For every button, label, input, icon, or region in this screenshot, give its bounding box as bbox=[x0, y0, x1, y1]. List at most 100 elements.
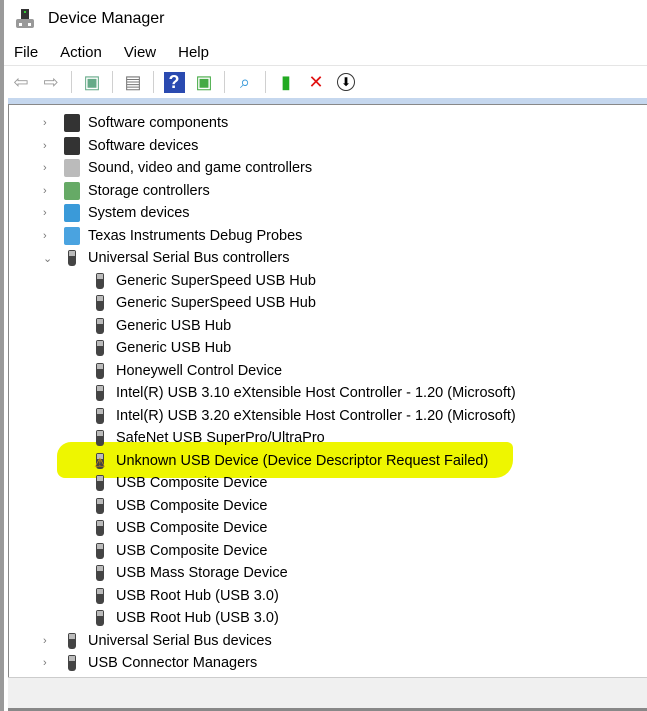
usb-warning-icon: ⚠ bbox=[92, 452, 108, 470]
forward-button[interactable]: ⇨ bbox=[38, 69, 64, 95]
menu-bar: File Action View Help bbox=[4, 40, 647, 66]
disable-device-button[interactable]: ⬇ bbox=[333, 69, 359, 95]
uninstall-device-button[interactable]: ✕ bbox=[303, 69, 329, 95]
category-item[interactable]: › Software components bbox=[43, 112, 228, 135]
item-label: Intel(R) USB 3.10 eXtensible Host Contro… bbox=[116, 385, 516, 402]
usb-icon bbox=[64, 249, 80, 267]
show-action-pane-button[interactable]: ▣ bbox=[191, 69, 217, 95]
uninstall-device-icon: ✕ bbox=[308, 71, 324, 92]
usb-icon bbox=[92, 407, 108, 425]
device-item[interactable]: USB Composite Device bbox=[92, 495, 268, 518]
device-item[interactable]: USB Composite Device bbox=[92, 540, 268, 563]
update-driver-button[interactable]: ▮ bbox=[273, 69, 299, 95]
category-item[interactable]: › Storage controllers bbox=[43, 180, 210, 203]
item-label: Intel(R) USB 3.20 eXtensible Host Contro… bbox=[116, 407, 516, 424]
usb-icon bbox=[92, 519, 108, 537]
item-label: Storage controllers bbox=[88, 182, 210, 199]
menu-help[interactable]: Help bbox=[178, 44, 209, 61]
storage-controller-icon bbox=[64, 181, 80, 200]
expand-chevron-icon[interactable]: › bbox=[43, 140, 53, 152]
device-item[interactable]: USB Root Hub (USB 3.0) bbox=[92, 607, 279, 630]
usb-icon bbox=[64, 632, 80, 650]
forward-icon: ⇨ bbox=[43, 71, 59, 92]
item-label: System devices bbox=[88, 205, 190, 222]
expand-chevron-icon[interactable]: › bbox=[43, 657, 53, 669]
device-item[interactable]: Generic SuperSpeed USB Hub bbox=[92, 270, 316, 293]
category-item[interactable]: › System devices bbox=[43, 202, 190, 225]
item-label: USB Composite Device bbox=[116, 542, 268, 559]
back-button[interactable]: ⇦ bbox=[8, 69, 34, 95]
item-label: Honeywell Control Device bbox=[116, 362, 283, 379]
item-label: Software devices bbox=[88, 137, 199, 154]
item-label: Universal Serial Bus devices bbox=[88, 632, 272, 649]
category-item[interactable]: ⌄ Universal Serial Bus controllers bbox=[43, 247, 290, 270]
item-label: Generic USB Hub bbox=[116, 317, 232, 334]
toolbar: ⇦ ⇨ ▣ ▤? ▣ ⌕ ▮ ✕ ⬇ bbox=[4, 66, 647, 98]
item-label: Sound, video and game controllers bbox=[88, 160, 313, 177]
item-label: Universal Serial Bus controllers bbox=[88, 250, 290, 267]
expand-chevron-icon[interactable]: › bbox=[43, 230, 53, 242]
category-item[interactable]: › Universal Serial Bus devices bbox=[43, 630, 272, 653]
device-item[interactable]: Generic USB Hub bbox=[92, 337, 231, 360]
system-device-icon bbox=[64, 204, 80, 223]
category-item[interactable]: › USB Connector Managers bbox=[43, 652, 258, 675]
expand-chevron-icon[interactable]: › bbox=[43, 207, 53, 219]
expand-chevron-icon[interactable]: › bbox=[43, 117, 53, 129]
item-label: Generic SuperSpeed USB Hub bbox=[116, 295, 316, 312]
item-label: USB Composite Device bbox=[116, 475, 268, 492]
toolbar-separator bbox=[224, 71, 225, 93]
category-item[interactable]: › Software devices bbox=[43, 135, 199, 158]
menu-view[interactable]: View bbox=[124, 44, 156, 61]
help-icon: ? bbox=[163, 71, 185, 93]
device-item[interactable]: USB Mass Storage Device bbox=[92, 562, 288, 585]
expand-chevron-icon[interactable]: › bbox=[43, 635, 53, 647]
menu-action[interactable]: Action bbox=[60, 44, 102, 61]
usb-icon bbox=[92, 429, 108, 447]
toolbar-separator bbox=[112, 71, 113, 93]
usb-icon bbox=[92, 362, 108, 380]
category-item[interactable]: › Sound, video and game controllers bbox=[43, 157, 313, 180]
device-item[interactable]: USB Root Hub (USB 3.0) bbox=[92, 585, 279, 608]
speaker-icon bbox=[64, 159, 80, 178]
warning-icon: ⚠ bbox=[94, 454, 106, 470]
item-label: USB Connector Managers bbox=[88, 655, 258, 672]
show-hide-console-tree-button[interactable]: ▣ bbox=[79, 69, 105, 95]
device-item[interactable]: Generic USB Hub bbox=[92, 315, 231, 338]
back-icon: ⇦ bbox=[13, 71, 29, 92]
expand-chevron-icon[interactable]: › bbox=[43, 185, 53, 197]
usb-icon bbox=[92, 272, 108, 290]
window-title: Device Manager bbox=[48, 10, 165, 27]
usb-icon bbox=[92, 474, 108, 492]
category-item[interactable]: › Texas Instruments Debug Probes bbox=[43, 225, 302, 248]
usb-icon bbox=[92, 384, 108, 402]
collapse-chevron-icon[interactable]: ⌄ bbox=[43, 252, 53, 265]
device-item[interactable]: SafeNet USB SuperPro/UltraPro bbox=[92, 427, 325, 450]
update-driver-icon: ▮ bbox=[281, 71, 291, 92]
device-item[interactable]: Intel(R) USB 3.10 eXtensible Host Contro… bbox=[92, 382, 516, 405]
device-item[interactable]: USB Composite Device bbox=[92, 517, 268, 540]
usb-icon bbox=[92, 294, 108, 312]
usb-icon bbox=[92, 564, 108, 582]
title-bar: Device Manager bbox=[4, 0, 647, 38]
menu-file[interactable]: File bbox=[14, 44, 38, 61]
scan-hardware-button[interactable]: ⌕ bbox=[232, 69, 258, 95]
usb-icon bbox=[92, 609, 108, 627]
help-button[interactable]: ? bbox=[161, 69, 187, 95]
toolbar-separator bbox=[71, 71, 72, 93]
item-label: USB Root Hub (USB 3.0) bbox=[116, 587, 279, 604]
show-hide-console-tree-icon: ▣ bbox=[83, 71, 101, 92]
item-label: USB Root Hub (USB 3.0) bbox=[116, 610, 279, 627]
device-item[interactable]: ⚠ Unknown USB Device (Device Descriptor R… bbox=[92, 450, 488, 473]
properties-button[interactable]: ▤ bbox=[120, 69, 146, 95]
device-item[interactable]: Generic SuperSpeed USB Hub bbox=[92, 292, 316, 315]
toolbar-separator bbox=[265, 71, 266, 93]
usb-icon bbox=[92, 317, 108, 335]
item-label: USB Composite Device bbox=[116, 520, 268, 537]
expand-chevron-icon[interactable]: › bbox=[43, 162, 53, 174]
device-item[interactable]: USB Composite Device bbox=[92, 472, 268, 495]
device-item[interactable]: Intel(R) USB 3.20 eXtensible Host Contro… bbox=[92, 405, 516, 428]
item-label: USB Composite Device bbox=[116, 497, 268, 514]
device-tree[interactable]: › Software components › Software devices › So… bbox=[8, 104, 647, 677]
software-device-icon bbox=[64, 136, 80, 155]
device-item[interactable]: Honeywell Control Device bbox=[92, 360, 282, 383]
